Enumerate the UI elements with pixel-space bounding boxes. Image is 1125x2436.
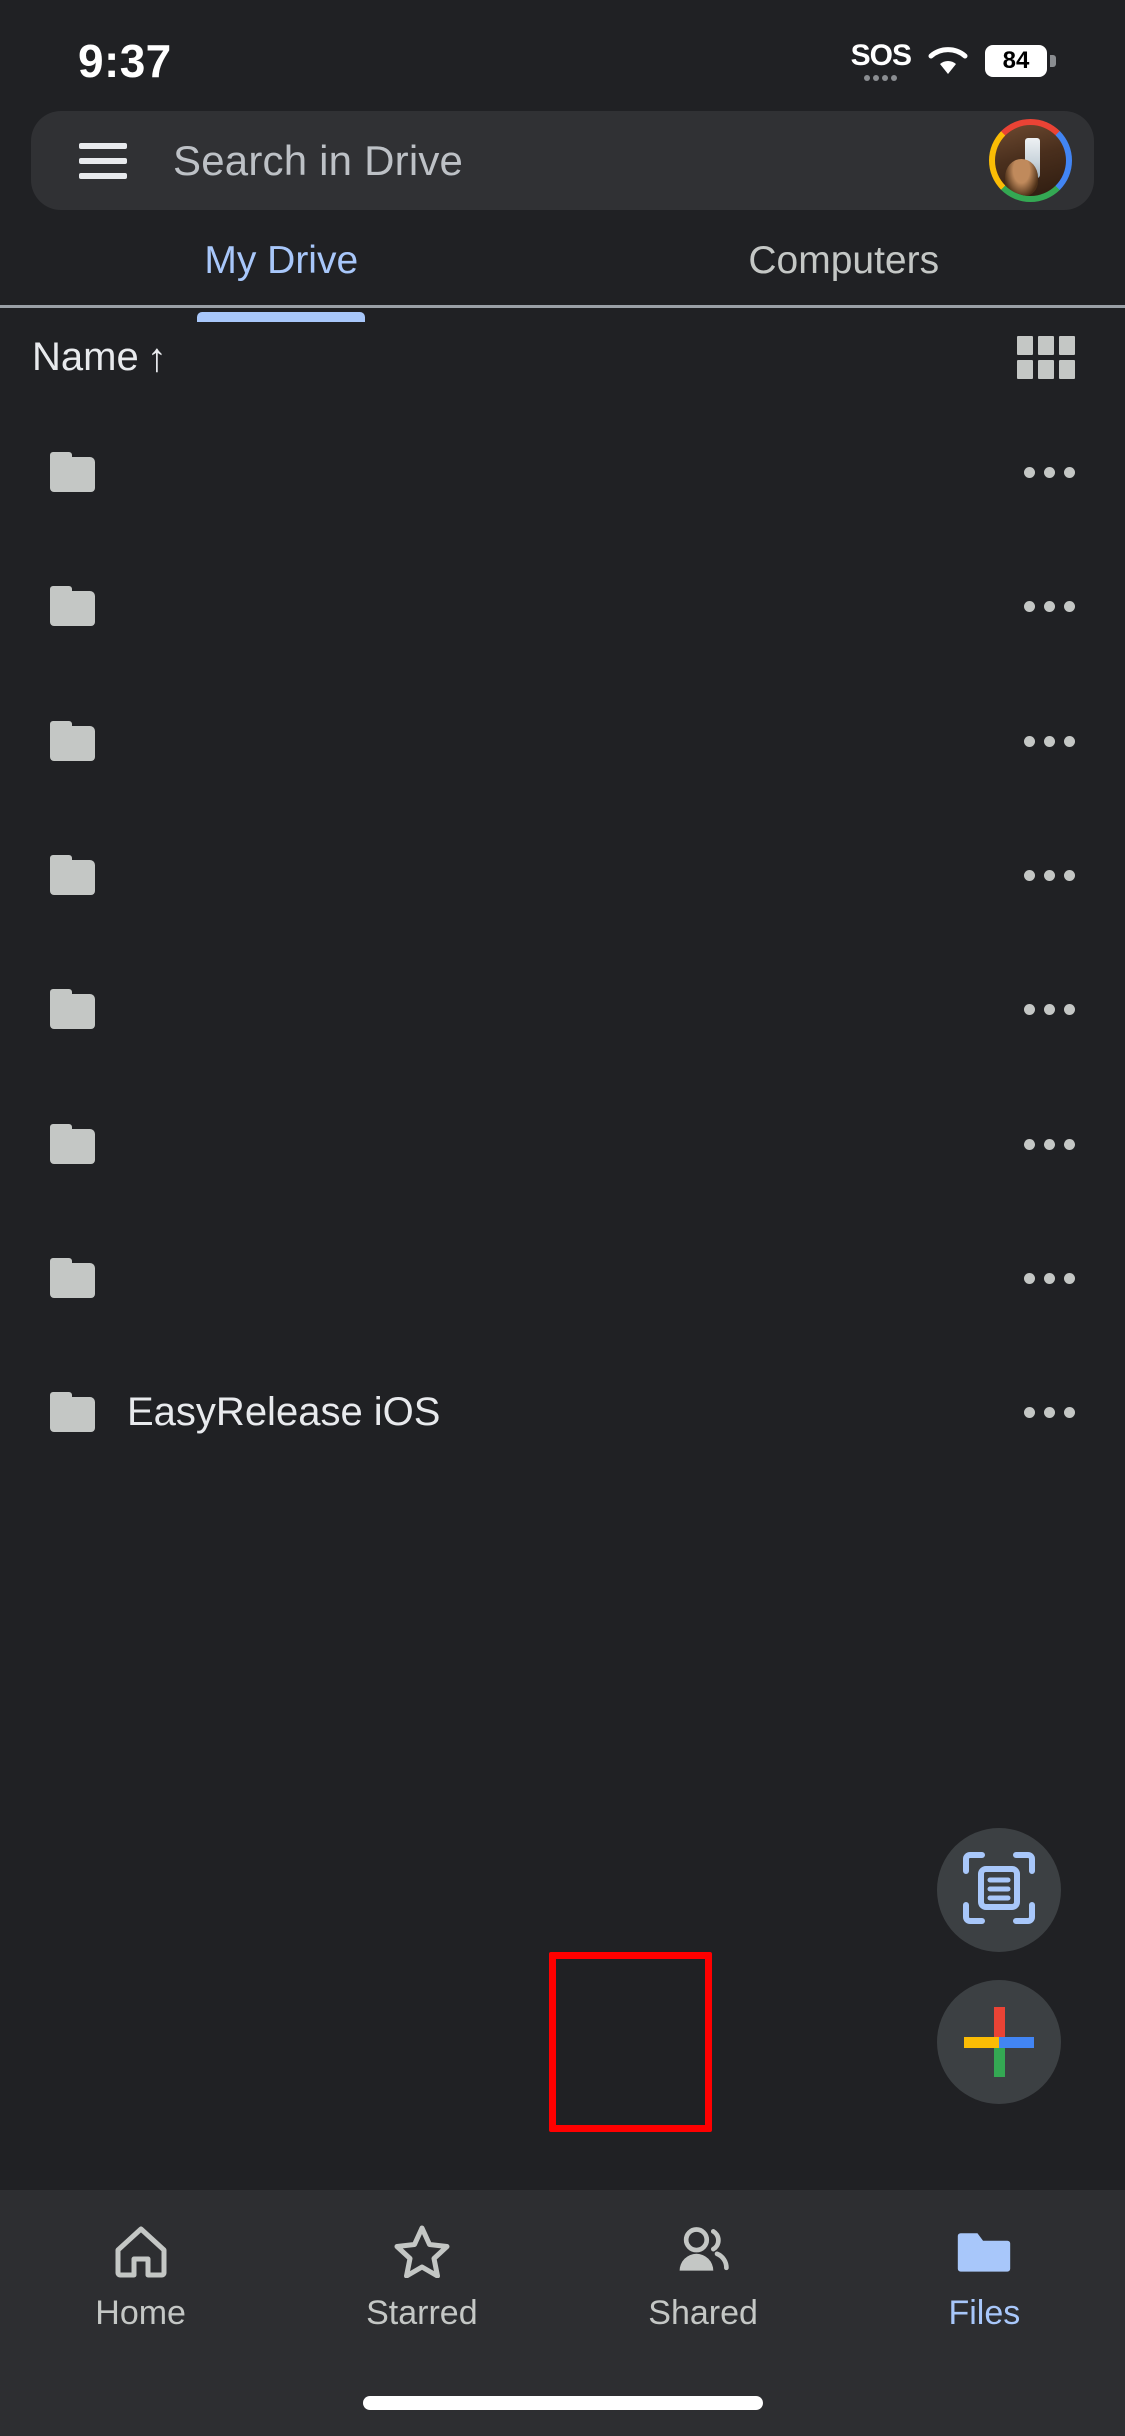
sos-label: SOS: [850, 39, 912, 72]
home-indicator: [362, 2396, 763, 2410]
nav-label-files: Files: [948, 2294, 1021, 2332]
overflow-menu-icon[interactable]: [1004, 1272, 1075, 1284]
folder-icon: [50, 721, 95, 761]
file-name: EasyRelease iOS: [127, 1389, 441, 1434]
folder-icon: [50, 1258, 95, 1298]
table-row[interactable]: [0, 808, 1125, 942]
hamburger-menu-icon[interactable]: [79, 142, 127, 179]
folder-icon: [955, 2224, 1013, 2278]
plus-icon: [964, 2007, 1034, 2077]
nav-item-starred[interactable]: Starred: [281, 2224, 562, 2333]
overflow-menu-icon[interactable]: [1004, 466, 1075, 478]
overflow-menu-icon[interactable]: [1004, 869, 1075, 881]
status-indicators: SOS 84: [850, 39, 1056, 81]
wifi-icon: [927, 45, 969, 77]
tab-computers[interactable]: Computers: [563, 216, 1125, 306]
home-icon: [112, 2224, 170, 2278]
star-icon: [393, 2224, 451, 2278]
sort-ascending-icon: ↑: [146, 335, 167, 380]
battery-indicator: 84: [985, 45, 1056, 77]
grid-view-icon[interactable]: [1017, 336, 1075, 379]
nav-item-shared[interactable]: Shared: [563, 2224, 844, 2333]
table-row[interactable]: [0, 674, 1125, 808]
folder-icon: [50, 586, 95, 626]
table-row[interactable]: [0, 1211, 1125, 1345]
sort-label: Name: [32, 335, 139, 379]
nav-item-home[interactable]: Home: [0, 2224, 281, 2333]
avatar[interactable]: [989, 119, 1072, 202]
overflow-menu-icon[interactable]: [1004, 600, 1075, 612]
tabs-divider: [0, 305, 1125, 308]
folder-icon: [50, 989, 95, 1029]
table-row[interactable]: [0, 1077, 1125, 1211]
nav-label-home: Home: [95, 2294, 186, 2332]
table-row[interactable]: [0, 405, 1125, 539]
folder-icon: [50, 1392, 95, 1432]
table-row[interactable]: [0, 539, 1125, 673]
table-row[interactable]: [0, 942, 1125, 1076]
nav-item-files[interactable]: Files: [844, 2224, 1125, 2333]
tab-computers-label: Computers: [748, 239, 940, 282]
status-time: 9:37: [78, 35, 172, 87]
overflow-menu-icon[interactable]: [1004, 1138, 1075, 1150]
tab-my-drive[interactable]: My Drive: [0, 216, 563, 322]
folder-icon: [50, 855, 95, 895]
overflow-menu-icon[interactable]: [1004, 735, 1075, 747]
scan-document-button[interactable]: [937, 1828, 1061, 1952]
nav-label-shared: Shared: [648, 2294, 758, 2332]
status-bar: 9:37 SOS 84: [0, 0, 1125, 108]
document-scan-icon: [962, 1851, 1036, 1930]
tab-my-drive-label: My Drive: [204, 239, 359, 282]
create-new-button[interactable]: [937, 1980, 1061, 2104]
signal-dots: [864, 75, 898, 81]
avatar-photo: [995, 125, 1066, 196]
sort-row: Name ↑: [0, 310, 1125, 405]
sort-button[interactable]: Name ↑: [32, 335, 167, 380]
overflow-menu-icon[interactable]: [1004, 1406, 1075, 1418]
drive-app-screen: 9:37 SOS 84 Search in Drive My Drive Com…: [0, 0, 1125, 2436]
people-icon: [674, 2224, 732, 2278]
table-row[interactable]: EasyRelease iOS: [0, 1345, 1125, 1479]
search-bar[interactable]: Search in Drive: [31, 111, 1094, 210]
overflow-menu-icon[interactable]: [1004, 1003, 1075, 1015]
nav-label-starred: Starred: [366, 2294, 478, 2332]
sos-indicator: SOS: [850, 39, 912, 81]
drive-tabs: My Drive Computers: [0, 216, 1125, 322]
file-list: EasyRelease iOS: [0, 405, 1125, 2400]
battery-level: 84: [1002, 47, 1030, 74]
search-input[interactable]: Search in Drive: [173, 137, 989, 185]
folder-icon: [50, 1124, 95, 1164]
folder-icon: [50, 452, 95, 492]
